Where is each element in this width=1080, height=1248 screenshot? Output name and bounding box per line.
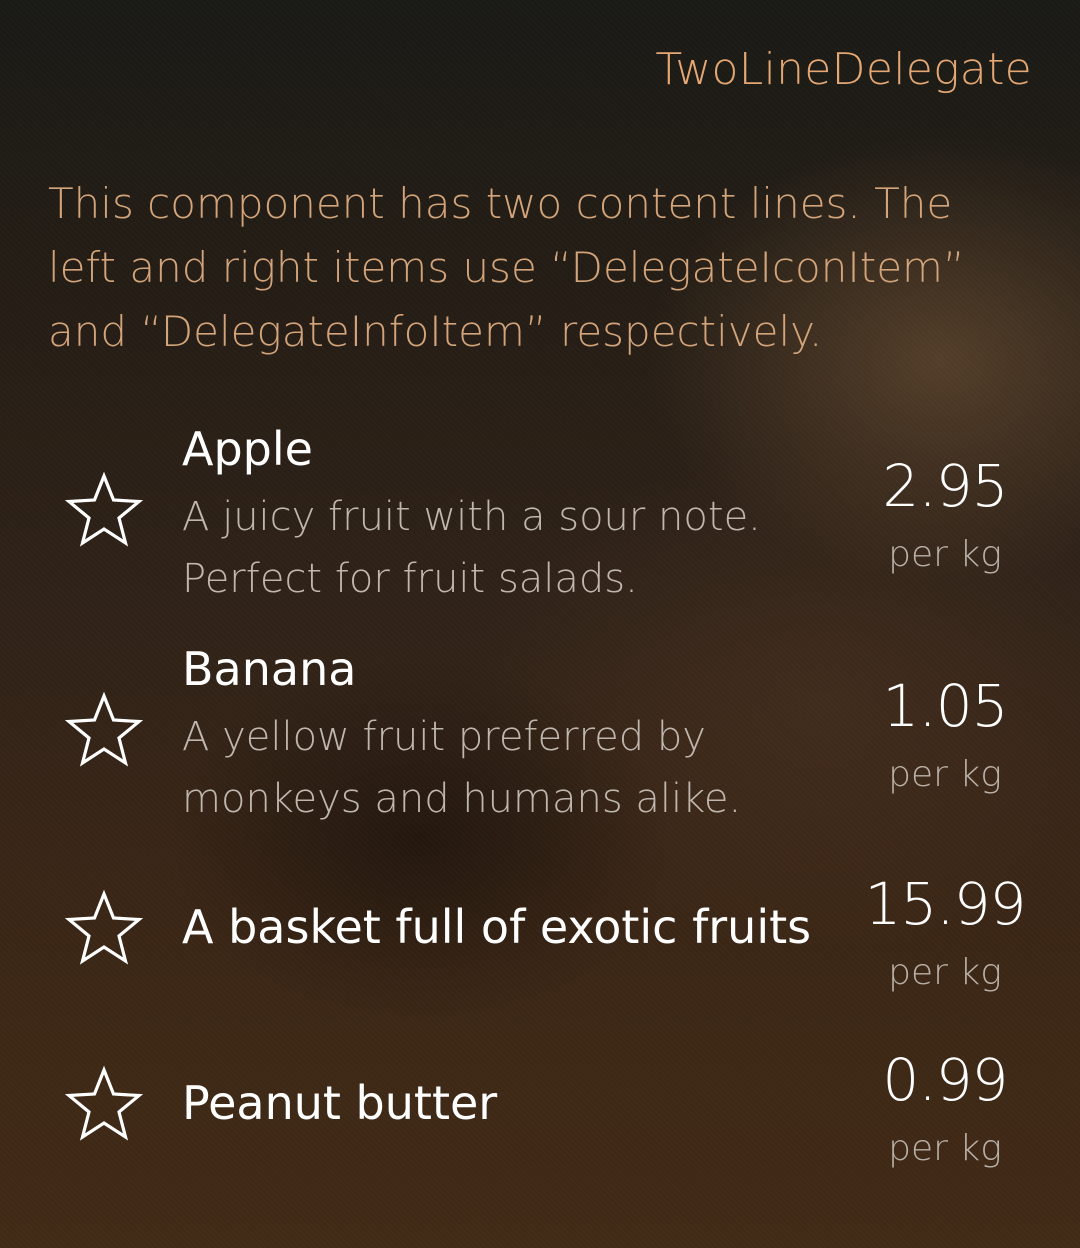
star-outline-icon[interactable]	[64, 470, 144, 550]
star-outline-icon[interactable]	[64, 1064, 144, 1144]
page-description: This component has two content lines. Th…	[48, 179, 965, 356]
item-price: 2.95	[882, 452, 1008, 520]
item-title: Apple	[182, 422, 313, 476]
item-price: 15.99	[864, 870, 1026, 938]
item-description: A juicy fruit with a sour note. Perfect …	[182, 494, 761, 602]
item-unit: per kg	[888, 952, 1002, 993]
item-unit: per kg	[888, 754, 1002, 795]
list-item-peanut-butter[interactable]: Peanut butter 0.99 per kg	[0, 1040, 1080, 1220]
item-unit: per kg	[888, 1128, 1002, 1169]
item-unit: per kg	[888, 534, 1002, 575]
star-outline-icon[interactable]	[64, 888, 144, 968]
item-title: Banana	[182, 642, 357, 696]
star-outline-icon[interactable]	[64, 690, 144, 770]
item-price: 0.99	[882, 1046, 1008, 1114]
item-description: A yellow fruit preferred by monkeys and …	[182, 714, 742, 822]
item-price: 1.05	[882, 672, 1008, 740]
list-item-basket[interactable]: A basket full of exotic fruits 15.99 per…	[0, 860, 1080, 1040]
list-item-banana[interactable]: Banana A yellow fruit preferred by monke…	[0, 640, 1080, 840]
item-title: A basket full of exotic fruits	[182, 900, 812, 954]
page-header: TwoLineDelegate	[655, 44, 1032, 95]
list-item-apple[interactable]: Apple A juicy fruit with a sour note. Pe…	[0, 420, 1080, 620]
item-title: Peanut butter	[182, 1076, 498, 1130]
